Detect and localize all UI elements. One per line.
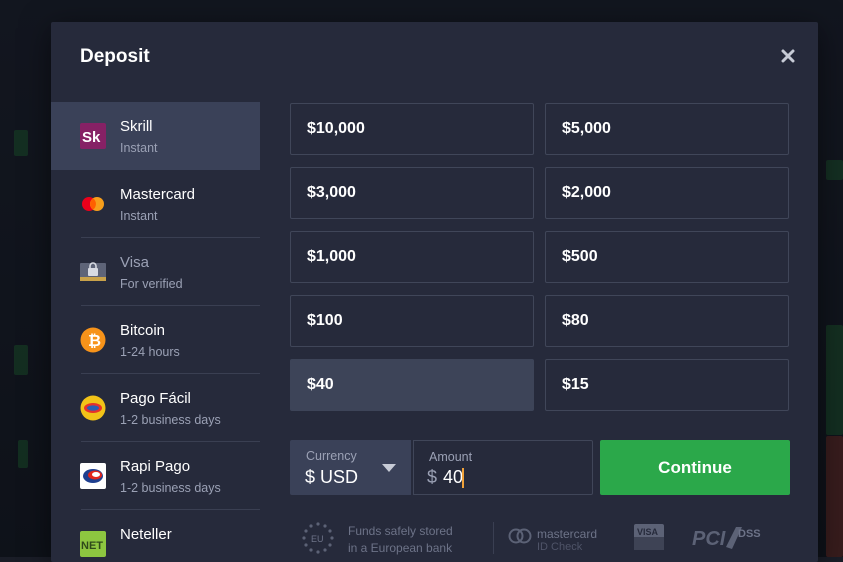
eu-stars-icon: EU — [302, 522, 334, 554]
currency-value: $ USD — [305, 467, 359, 487]
amount-option[interactable]: $100 — [290, 295, 534, 347]
eu-note-line1: Funds safely stored — [348, 524, 453, 538]
method-mastercard[interactable]: Mastercard Instant — [51, 170, 260, 238]
method-name: Visa — [120, 254, 149, 271]
amount-option-selected[interactable]: $40 — [290, 359, 534, 411]
method-timing: 1-2 business days — [120, 481, 221, 495]
amount-currency-prefix: $ — [427, 467, 438, 487]
amount-option[interactable]: $1,000 — [290, 231, 534, 283]
id-check-text: ID Check — [537, 541, 583, 553]
method-timing: Instant — [120, 141, 158, 155]
amount-input[interactable]: Amount $ 40 — [413, 440, 593, 495]
method-name: Rapi Pago — [120, 458, 191, 475]
chevron-down-icon — [382, 464, 396, 472]
amount-option[interactable]: $5,000 — [545, 103, 789, 155]
svg-text:Sk: Sk — [82, 129, 101, 146]
method-rapi-pago[interactable]: Rapi Pago 1-2 business days — [51, 442, 260, 510]
method-pago-facil[interactable]: Pago Fácil 1-2 business days — [51, 374, 260, 442]
eu-note-line2: in a European bank — [348, 541, 453, 555]
method-name: Skrill — [120, 118, 153, 135]
method-timing: 1-24 hours — [120, 345, 180, 359]
method-visa[interactable]: Visa For verified — [51, 238, 260, 306]
pci-dss-badge: PCI DSS — [692, 527, 761, 550]
trust-badges: EU Funds safely stored in a European ban… — [299, 520, 779, 560]
mastercard-logo-icon — [82, 197, 104, 211]
verified-by-visa-badge: VISA — [634, 524, 664, 550]
visa-locked-icon — [80, 262, 106, 281]
amount-label: Amount — [429, 450, 473, 464]
mastercard-badge-text: mastercard — [537, 527, 597, 541]
method-name: Neteller — [120, 526, 172, 543]
method-timing: 1-2 business days — [120, 413, 221, 427]
continue-button[interactable]: Continue — [600, 440, 790, 495]
pago-facil-logo-icon — [80, 395, 106, 421]
method-name: Pago Fácil — [120, 390, 191, 407]
visa-badge-text: VISA — [637, 527, 659, 537]
amount-option[interactable]: $3,000 — [290, 167, 534, 219]
svg-text:₿: ₿ — [88, 332, 101, 350]
rapi-pago-logo-icon — [80, 463, 106, 489]
currency-select[interactable]: Currency $ USD — [290, 440, 411, 495]
method-name: Mastercard — [120, 186, 196, 203]
divider — [493, 522, 494, 554]
close-icon — [781, 49, 795, 63]
pci-badge-text: PCI — [692, 528, 726, 550]
neteller-logo-icon: NET — [80, 531, 106, 557]
amount-option[interactable]: $10,000 — [290, 103, 534, 155]
eu-bank-note: Funds safely stored in a European bank — [348, 523, 453, 557]
skrill-logo-icon: Sk — [80, 123, 106, 149]
method-timing: Instant — [120, 209, 158, 223]
mastercard-id-check-badge: mastercard ID Check — [508, 527, 597, 553]
close-button[interactable] — [777, 45, 799, 67]
method-neteller[interactable]: NET Neteller — [51, 510, 260, 562]
method-name: Bitcoin — [120, 322, 166, 339]
eu-badge-text: EU — [311, 534, 324, 544]
modal-title: Deposit — [80, 46, 150, 67]
amount-option[interactable]: $80 — [545, 295, 789, 347]
deposit-modal: Deposit Sk Skrill Instant Mastercard Ins… — [51, 22, 818, 562]
currency-label: Currency — [306, 449, 357, 463]
method-timing: For verified — [120, 277, 183, 291]
amount-value: 40 — [443, 467, 464, 487]
method-bitcoin[interactable]: ₿ Bitcoin 1-24 hours — [51, 306, 260, 374]
dss-badge-text: DSS — [738, 528, 761, 540]
text-cursor — [462, 468, 464, 488]
bitcoin-logo-icon: ₿ — [80, 327, 106, 353]
amount-option[interactable]: $2,000 — [545, 167, 789, 219]
payment-method-list: Sk Skrill Instant Mastercard Instant Vis… — [51, 102, 260, 562]
svg-text:NET: NET — [81, 540, 103, 552]
amount-option[interactable]: $15 — [545, 359, 789, 411]
method-skrill[interactable]: Sk Skrill Instant — [51, 102, 260, 170]
amount-option[interactable]: $500 — [545, 231, 789, 283]
